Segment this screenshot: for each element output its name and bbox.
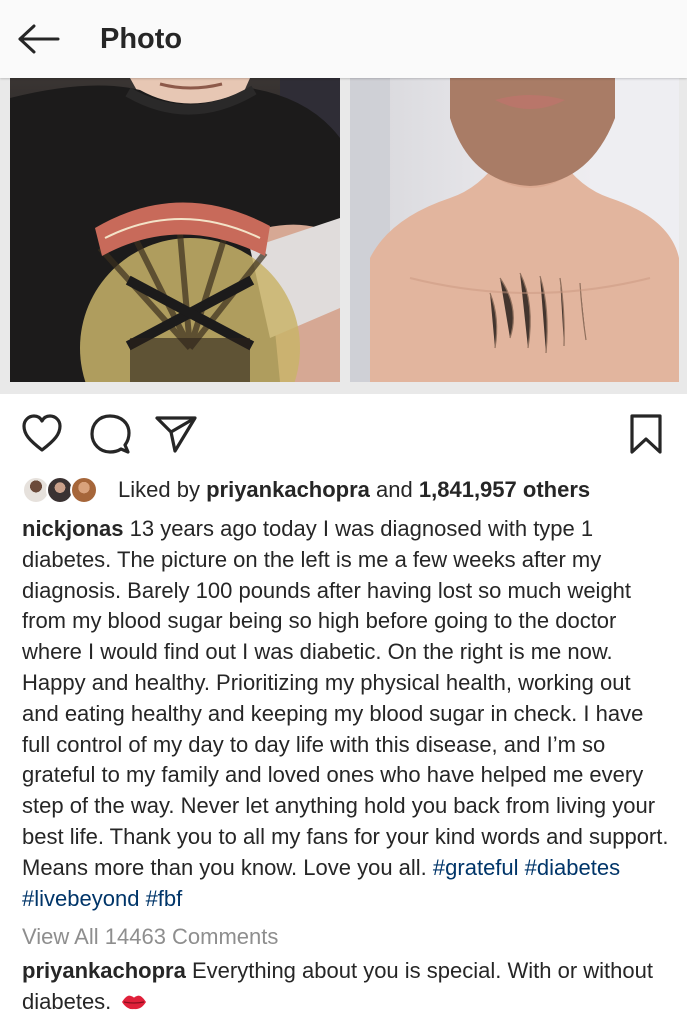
- likes-text: Liked by priyankachopra and 1,841,957 ot…: [118, 475, 590, 505]
- liker-avatars: [22, 475, 106, 505]
- top-comment: priyankachopra Everything about you is s…: [22, 956, 670, 1018]
- likes-prefix: Liked by: [118, 477, 200, 502]
- likes-connector: and: [376, 477, 413, 502]
- bookmark-icon: [630, 414, 662, 454]
- top-app-bar: Photo: [0, 0, 687, 78]
- paper-plane-icon: [155, 416, 197, 453]
- page-title: Photo: [100, 23, 183, 55]
- back-button[interactable]: [14, 18, 62, 60]
- heart-icon: [22, 414, 62, 452]
- post-photo[interactable]: [0, 78, 687, 394]
- lips-kiss-icon: [122, 995, 147, 1009]
- post-caption: nickjonas 13 years ago today I was diagn…: [22, 514, 670, 914]
- comment-button[interactable]: [88, 412, 132, 456]
- save-button[interactable]: [624, 412, 668, 456]
- caption-username[interactable]: nickjonas: [22, 516, 123, 541]
- likes-count[interactable]: 1,841,957 others: [419, 477, 590, 502]
- photo-left-image: [10, 78, 340, 382]
- photo-right-image: [350, 78, 679, 382]
- hashtag[interactable]: #diabetes: [525, 855, 620, 880]
- liker-username[interactable]: priyankachopra: [206, 477, 370, 502]
- hashtag[interactable]: #grateful: [433, 855, 519, 880]
- comment-bubble-icon: [90, 414, 131, 454]
- like-button[interactable]: [20, 412, 64, 456]
- caption-text: 13 years ago today I was diagnosed with …: [22, 516, 669, 880]
- hashtag[interactable]: #fbf: [146, 886, 183, 911]
- post-action-bar: [0, 404, 687, 464]
- likes-summary[interactable]: Liked by priyankachopra and 1,841,957 ot…: [22, 474, 590, 506]
- view-all-comments-link[interactable]: View All 14463 Comments: [22, 922, 278, 952]
- comment-username[interactable]: priyankachopra: [22, 958, 186, 983]
- share-button[interactable]: [154, 412, 198, 456]
- avatar: [70, 476, 98, 504]
- hashtag[interactable]: #livebeyond: [22, 886, 139, 911]
- arrow-left-icon: [18, 24, 60, 54]
